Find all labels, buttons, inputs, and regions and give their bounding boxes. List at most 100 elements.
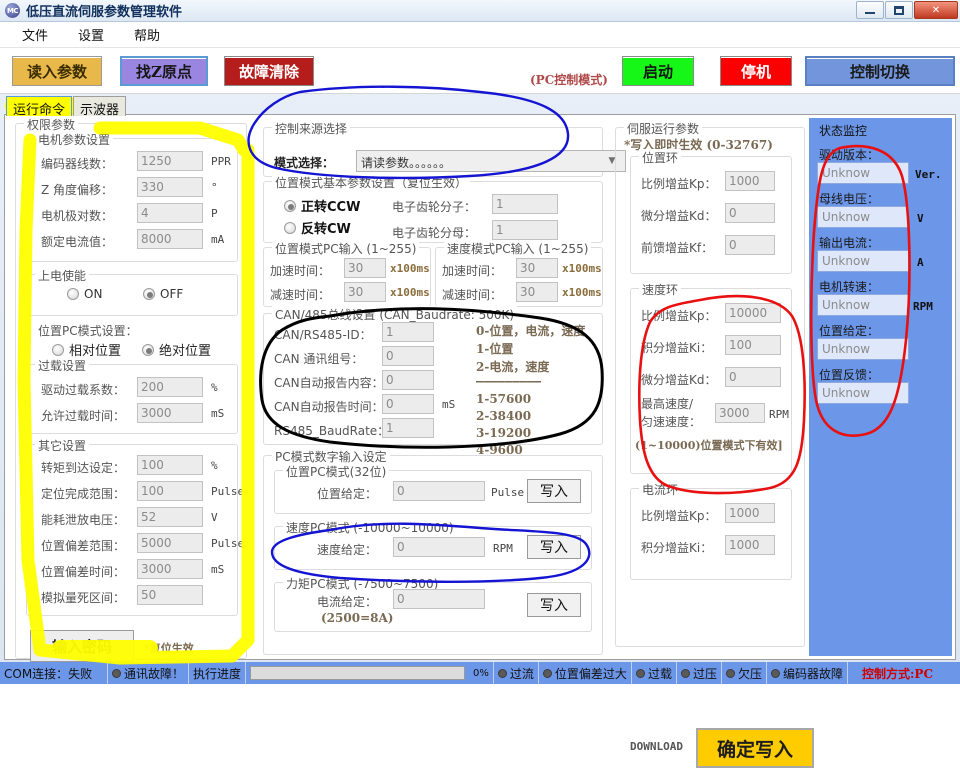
value-position-feedback[interactable]: Unknow: [817, 382, 909, 404]
note-baud-1: 1-57600: [476, 392, 532, 406]
app-window: MC 低压直流伺服参数管理软件 ✕ 文件 设置 帮助 读入参数 找Z原点 故障清…: [0, 0, 960, 768]
group-position-pc-input: 位置模式PC输入 (1~255) 加速时间： 30 x100ms 减速时间： 3…: [263, 240, 431, 307]
input-pos-dec-time[interactable]: 30: [344, 282, 386, 302]
group-motor-params: 电机参数设置 编码器线数： 1250 PPR Z 角度偏移： 330 ° 电机极…: [26, 131, 238, 262]
input-can-id[interactable]: 1: [382, 322, 434, 342]
input-pos-acc-time[interactable]: 30: [344, 258, 386, 278]
input-analog-deadband[interactable]: 50: [137, 585, 203, 605]
start-button[interactable]: 启动: [622, 56, 694, 86]
minimize-button[interactable]: [856, 1, 884, 19]
fault-clear-button[interactable]: 故障清除: [224, 56, 314, 86]
control-switch-button[interactable]: 控制切换: [805, 56, 955, 86]
status-progress-percent: 0%: [469, 662, 494, 684]
value-output-current[interactable]: Unknow: [817, 250, 909, 272]
label-pos-kp: 比例增益Kp：: [641, 177, 717, 191]
value-bus-voltage[interactable]: Unknow: [817, 206, 909, 228]
write-speed-button[interactable]: 写入: [527, 535, 581, 559]
group-caption-motor: 电机参数设置: [35, 131, 114, 148]
download-label: DOWNLOAD: [630, 740, 683, 753]
label-spd-kd: 微分增益Kd：: [641, 373, 717, 387]
radio-absolute-position[interactable]: 绝对位置: [142, 340, 211, 359]
status-led-overvoltage: 过压: [677, 662, 722, 684]
group-caption-power-enable: 上电使能: [35, 267, 90, 284]
input-current-setpoint[interactable]: 0: [393, 589, 485, 609]
group-permission-params: 权限参数 电机参数设置 编码器线数： 1250 PPR Z 角度偏移： 330 …: [15, 116, 247, 662]
radio-cw[interactable]: 反转CW: [284, 218, 351, 237]
value-position-command[interactable]: Unknow: [817, 338, 909, 360]
group-caption-can-485: CAN/485总线设置 (CAN_Baudrate: 500K): [272, 306, 518, 323]
write-position-button[interactable]: 写入: [527, 479, 581, 503]
input-pos-kp[interactable]: 1000: [725, 171, 775, 191]
radio-ccw[interactable]: 正转CCW: [284, 196, 360, 215]
input-speed-setpoint[interactable]: 0: [393, 537, 485, 557]
input-spd-acc-time[interactable]: 30: [516, 258, 558, 278]
input-overload-time[interactable]: 3000: [137, 403, 203, 423]
tab-bar: 运行命令 示波器: [6, 96, 127, 118]
input-encoder-lines[interactable]: 1250: [137, 151, 203, 171]
unit-spd-dec-time: x100ms: [562, 286, 602, 299]
unit-motor-speed: RPM: [913, 300, 933, 313]
input-cur-kp[interactable]: 1000: [725, 503, 775, 523]
status-comm-fault: 通讯故障！: [108, 662, 190, 684]
input-can-group[interactable]: 0: [382, 346, 434, 366]
input-torque-reach[interactable]: 100: [137, 455, 203, 475]
radio-label-cw: 反转CW: [301, 222, 351, 237]
tab-run-command[interactable]: 运行命令: [6, 96, 73, 118]
status-monitor-panel: 状态监控 驱动版本： Unknow Ver. 母线电压： Unknow V 输出…: [809, 118, 952, 656]
menu-item-file[interactable]: 文件: [22, 25, 48, 44]
label-rated-current: 额定电流值：: [41, 235, 114, 249]
input-cur-ki[interactable]: 1000: [725, 535, 775, 555]
confirm-write-button[interactable]: 确定写入: [696, 728, 814, 768]
input-max-speed[interactable]: 3000: [715, 403, 765, 423]
unit-max-speed: RPM: [769, 408, 789, 421]
pc-control-mode-label: (PC控制模式): [530, 64, 608, 94]
unit-brake-voltage: V: [211, 511, 218, 524]
note-max-speed: (1~10000)位置模式下有效]: [635, 439, 783, 452]
window-title: 低压直流伺服参数管理软件: [26, 5, 183, 20]
find-z-origin-button[interactable]: 找Z原点: [120, 56, 208, 86]
label-rs485-baudrate: RS485_BaudRate：: [274, 424, 390, 438]
encoder-fault-label: 编码器故障: [782, 666, 843, 681]
input-password-button[interactable]: 输入密码: [30, 630, 134, 662]
input-z-angle-offset[interactable]: 330: [137, 177, 203, 197]
tab-oscilloscope[interactable]: 示波器: [73, 96, 127, 118]
status-led-overcurrent: 过流: [494, 662, 539, 684]
input-gear-numerator[interactable]: 1: [492, 194, 558, 214]
input-pos-dev-range[interactable]: 5000: [137, 533, 203, 553]
input-can-report-time[interactable]: 0: [382, 394, 434, 414]
input-spd-kd[interactable]: 0: [725, 367, 781, 387]
label-output-current: 输出电流：: [819, 236, 880, 250]
input-spd-ki[interactable]: 100: [725, 335, 781, 355]
input-can-report-content[interactable]: 0: [382, 370, 434, 390]
stop-button[interactable]: 停机: [720, 56, 792, 86]
read-params-button[interactable]: 读入参数: [12, 56, 102, 86]
close-icon[interactable]: ✕: [914, 1, 958, 19]
input-brake-voltage[interactable]: 52: [137, 507, 203, 527]
input-rs485-baudrate[interactable]: 1: [382, 418, 434, 438]
write-current-button[interactable]: 写入: [527, 593, 581, 617]
input-rated-current[interactable]: 8000: [137, 229, 203, 249]
input-position-setpoint[interactable]: 0: [393, 481, 485, 501]
label-pos-acc-time: 加速时间：: [270, 264, 331, 278]
label-pos-kf: 前馈增益Kf：: [641, 241, 714, 255]
label-spd-ki: 积分增益Ki：: [641, 341, 713, 355]
mode-select-dropdown[interactable]: 请读参数。。。。。。 ▼: [356, 150, 626, 172]
menu-item-help[interactable]: 帮助: [134, 25, 160, 44]
input-pos-kd[interactable]: 0: [725, 203, 775, 223]
unit-torque-reach: %: [211, 459, 218, 472]
value-driver-version[interactable]: Unknow: [817, 162, 909, 184]
radio-power-on[interactable]: ON: [67, 287, 102, 301]
input-pole-pairs[interactable]: 4: [137, 203, 203, 223]
menu-item-settings[interactable]: 设置: [78, 25, 104, 44]
input-positioning-range[interactable]: 100: [137, 481, 203, 501]
value-motor-speed[interactable]: Unknow: [817, 294, 909, 316]
maximize-button[interactable]: [885, 1, 913, 19]
input-spd-dec-time[interactable]: 30: [516, 282, 558, 302]
radio-power-off[interactable]: OFF: [143, 287, 183, 301]
label-gear-denominator: 电子齿轮分母：: [392, 226, 477, 240]
input-gear-denominator[interactable]: 1: [492, 220, 558, 240]
input-spd-kp[interactable]: 10000: [725, 303, 781, 323]
input-pos-kf[interactable]: 0: [725, 235, 775, 255]
input-pos-dev-time[interactable]: 3000: [137, 559, 203, 579]
input-overload-coef[interactable]: 200: [137, 377, 203, 397]
